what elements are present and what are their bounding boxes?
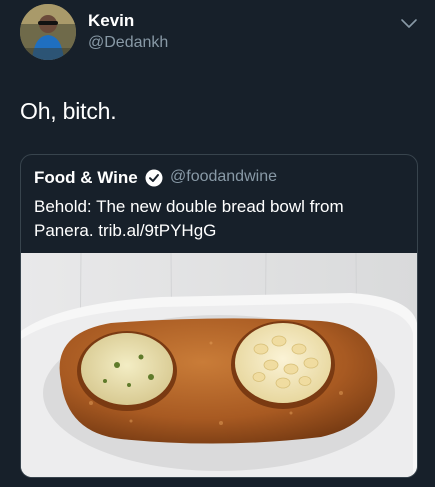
quoted-author-handle[interactable]: @foodandwine [170, 168, 277, 186]
chevron-down-icon[interactable] [399, 16, 419, 30]
author-name[interactable]: Kevin [88, 11, 134, 31]
author-handle[interactable]: @Dedankh [88, 34, 168, 52]
double-bread-bowl-photo[interactable] [21, 253, 417, 477]
tweet-header: Kevin @Dedankh [0, 0, 435, 80]
quoted-author-name[interactable]: Food & Wine [34, 168, 138, 188]
quoted-tweet[interactable]: Food & Wine @foodandwine Behold: The new… [20, 154, 418, 478]
avatar[interactable] [20, 4, 76, 60]
quoted-tweet-text: Behold: The new double bread bowl from P… [34, 197, 344, 240]
tweet-text: Oh, bitch. [20, 98, 117, 124]
verified-badge-icon [145, 169, 163, 187]
